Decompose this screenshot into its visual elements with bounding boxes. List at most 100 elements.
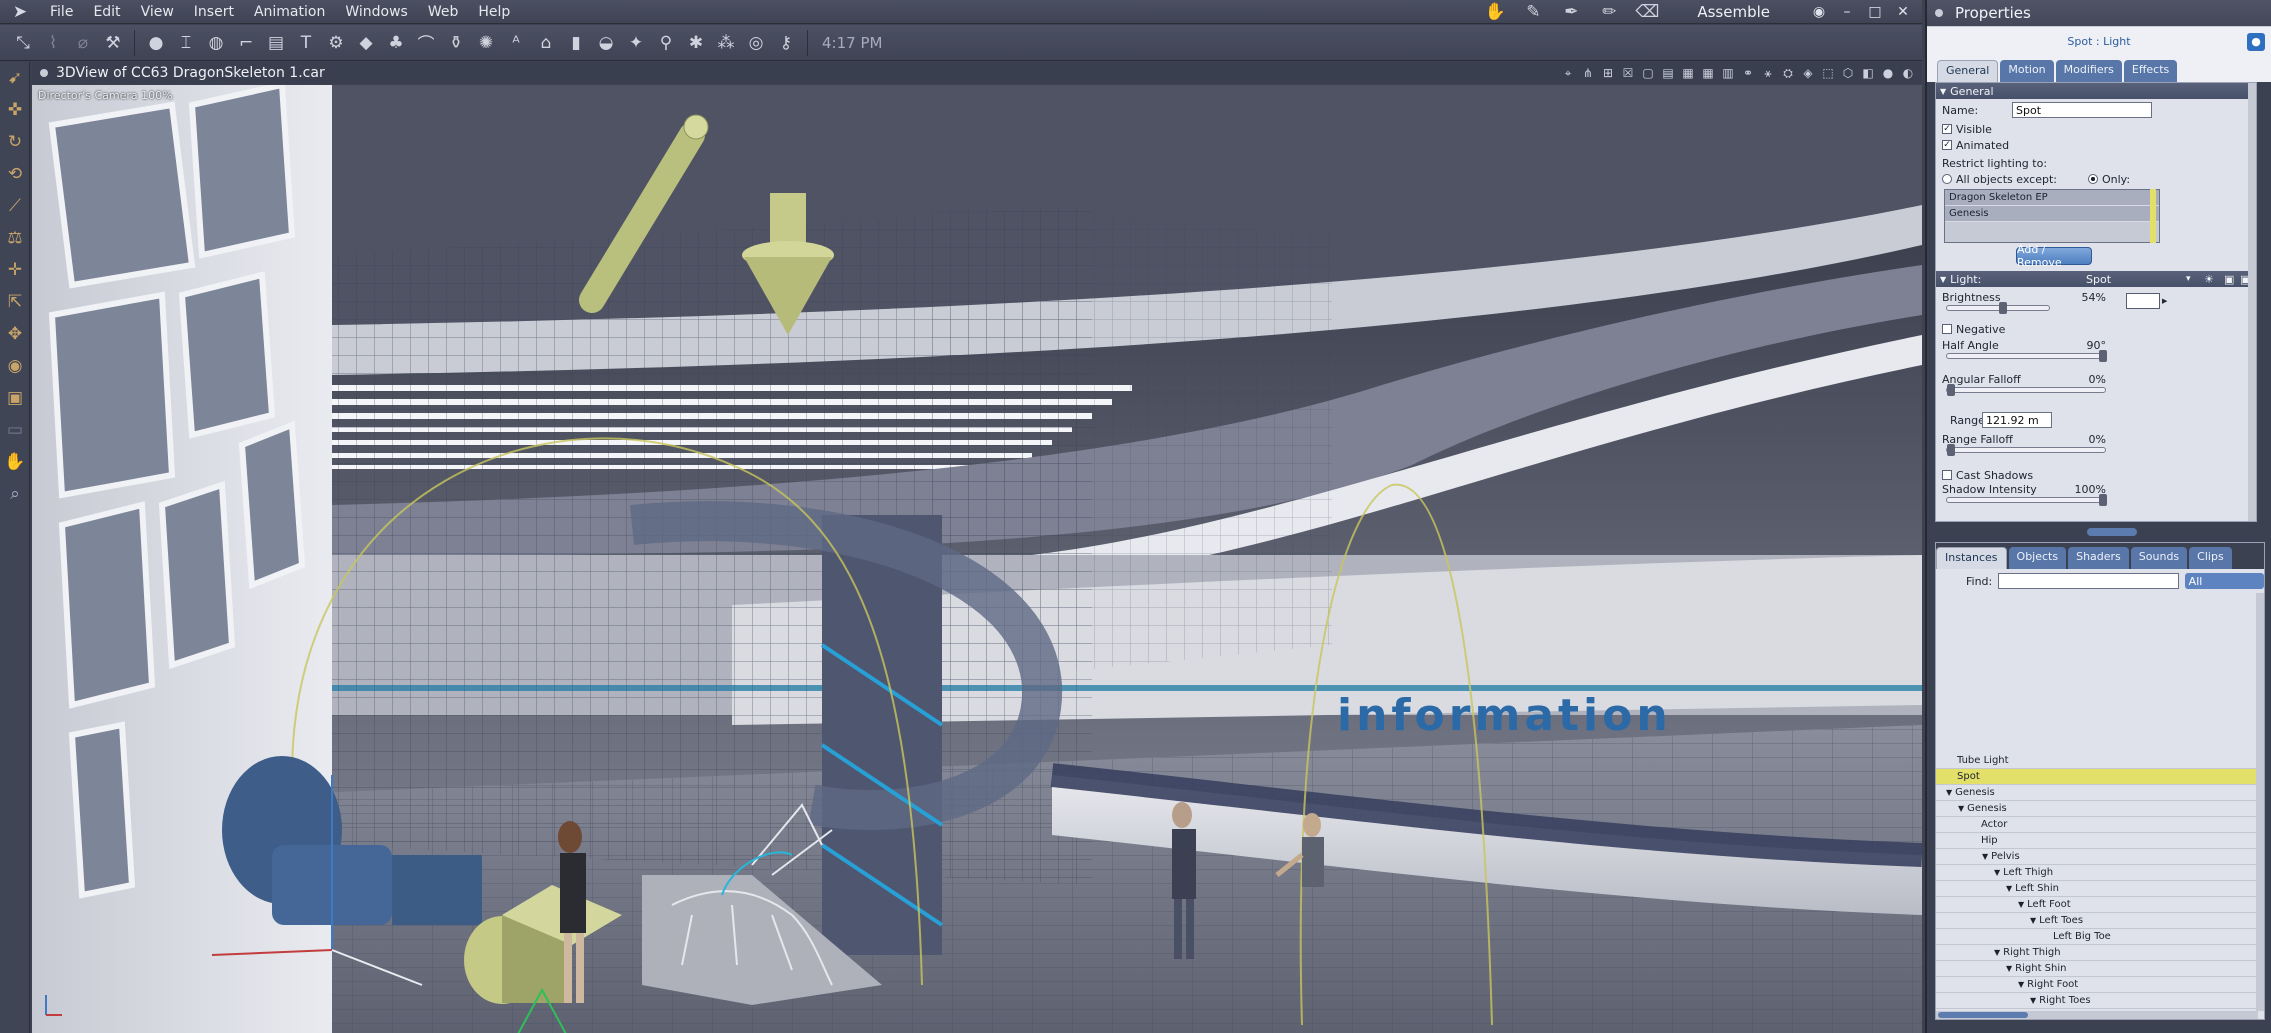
camera-option-icon[interactable]: ◈ — [1800, 64, 1816, 82]
shadow-intensity-knob[interactable] — [2099, 494, 2107, 506]
window-dot-icon[interactable] — [40, 69, 48, 77]
only-radio[interactable] — [2088, 174, 2098, 184]
view-option-icon[interactable]: ⋔ — [1580, 64, 1596, 82]
brightness-slider[interactable] — [1946, 302, 2050, 314]
rotate-tool-icon[interactable]: ↻ — [0, 126, 30, 158]
color-arrow-icon[interactable]: ▶ — [2162, 297, 2167, 305]
cast-shadows-checkbox[interactable] — [1942, 470, 1952, 480]
tree-item[interactable]: ▼ Left Foot — [1936, 897, 2258, 913]
trackball-tool-icon[interactable]: ◉ — [0, 350, 30, 382]
render-option-icon[interactable]: ⚭ — [1740, 64, 1756, 82]
layout-single-icon[interactable]: ▢ — [1640, 64, 1656, 82]
expand-triangle-icon[interactable]: ▼ — [2006, 964, 2012, 973]
expand-triangle-icon[interactable]: ▼ — [1994, 948, 2000, 957]
globe-icon[interactable]: ◍ — [201, 28, 231, 58]
brush-tool-icon[interactable]: ✎ — [1519, 2, 1547, 22]
list-item[interactable]: Genesis — [1945, 206, 2159, 222]
box-tool-icon[interactable]: ▣ — [0, 382, 30, 414]
hscroll-thumb[interactable] — [1938, 1012, 2028, 1018]
close-icon[interactable]: ✕ — [1894, 3, 1912, 21]
menu-file[interactable]: File — [40, 4, 83, 20]
zoom-icon[interactable]: ⌕ — [0, 478, 30, 510]
pot-icon[interactable]: ◒ — [591, 28, 621, 58]
sphere-grey-icon[interactable]: ◐ — [1900, 64, 1916, 82]
tree-item[interactable]: ▼ Right Foot — [1936, 977, 2258, 993]
candle-icon[interactable]: ▮ — [561, 28, 591, 58]
menu-view[interactable]: View — [131, 4, 184, 20]
find-input[interactable] — [1998, 573, 2179, 589]
measure-tool-icon[interactable]: ⚖ — [0, 222, 30, 254]
orbit-tool-icon[interactable]: ✥ — [0, 318, 30, 350]
restrict-list[interactable]: Dragon Skeleton EP Genesis — [1944, 189, 2160, 243]
expand-triangle-icon[interactable]: ▼ — [1982, 852, 1988, 861]
half-angle-slider[interactable] — [1946, 350, 2107, 362]
tab-sounds[interactable]: Sounds — [2130, 547, 2188, 569]
molecule-icon[interactable]: ⁂ — [711, 28, 741, 58]
view-option-icon[interactable]: ⌖ — [1560, 64, 1576, 82]
expand-triangle-icon[interactable]: ▼ — [2030, 916, 2036, 925]
terrain-icon[interactable]: ◆ — [351, 28, 381, 58]
negative-checkbox[interactable] — [1942, 324, 1952, 334]
lasso-tool-icon[interactable]: ⌇ — [38, 28, 68, 58]
layout-quad-icon[interactable]: ▦ — [1680, 64, 1696, 82]
tab-objects[interactable]: Objects — [2008, 547, 2067, 569]
cube-shaded-icon[interactable]: ◧ — [1860, 64, 1876, 82]
expand-triangle-icon[interactable]: ▼ — [1958, 804, 1964, 813]
extrude-icon[interactable]: ▤ — [261, 28, 291, 58]
range-falloff-slider[interactable] — [1946, 444, 2106, 456]
cube-icon[interactable]: ⬡ — [1840, 64, 1856, 82]
chevron-down-icon[interactable]: ▾ — [2186, 274, 2191, 284]
light-color-swatch[interactable] — [2126, 293, 2160, 309]
gear-icon[interactable]: ⚙ — [321, 28, 351, 58]
light-section-header[interactable]: ▼ Light: Spot ▾ ☀ ▣ ▣ — [1936, 271, 2256, 287]
range-falloff-knob[interactable] — [1947, 444, 1955, 456]
tab-modifiers[interactable]: Modifiers — [2055, 60, 2122, 82]
view-option-icon[interactable]: ⊞ — [1600, 64, 1616, 82]
pin-icon[interactable]: ⚷ — [771, 28, 801, 58]
move-tool-icon[interactable]: ✜ — [0, 94, 30, 126]
expand-triangle-icon[interactable]: ▼ — [2018, 900, 2024, 909]
tab-clips[interactable]: Clips — [2189, 547, 2232, 569]
tree-item[interactable]: ▼ Right Shin — [1936, 961, 2258, 977]
bug-icon[interactable]: ✱ — [681, 28, 711, 58]
room-name[interactable]: Assemble — [1697, 3, 1770, 21]
list-item[interactable]: Dragon Skeleton EP — [1945, 190, 2159, 206]
camera-label[interactable]: Director's Camera 100% — [38, 89, 173, 102]
tree-item[interactable]: ▼ Right Toes — [1936, 993, 2258, 1009]
all-except-radio[interactable] — [1942, 174, 1952, 184]
menu-windows[interactable]: Windows — [335, 4, 418, 20]
particle-icon[interactable]: ✺ — [471, 28, 501, 58]
wand-tool-icon[interactable]: ⟋ — [0, 190, 30, 222]
visible-checkbox[interactable]: ✓ — [1942, 124, 1952, 134]
add-remove-button[interactable]: Add / Remove — [2016, 243, 2092, 269]
light-type-label[interactable]: Spot — [2086, 273, 2111, 286]
layout-grid-icon[interactable]: ▦ — [1700, 64, 1716, 82]
stairs-icon[interactable]: ⌐ — [231, 28, 261, 58]
cloth-icon[interactable]: ⌒ — [411, 28, 441, 58]
view-option-icon[interactable]: ☒ — [1620, 64, 1636, 82]
render-option-icon[interactable]: ⛭ — [1780, 64, 1796, 82]
filter-select[interactable]: All — [2184, 573, 2264, 589]
light-option-icon[interactable]: ▣ — [2224, 273, 2234, 286]
layout-wide-icon[interactable]: ▥ — [1720, 64, 1736, 82]
cylinder-icon[interactable]: ⌶ — [171, 28, 201, 58]
pen-tool-icon[interactable]: ✒ — [1557, 2, 1585, 22]
menu-edit[interactable]: Edit — [83, 4, 130, 20]
expand-triangle-icon[interactable]: ▼ — [1946, 788, 1952, 797]
paint-tool-icon[interactable]: ⌀ — [68, 28, 98, 58]
text-3d-icon[interactable]: ᴬ — [501, 28, 531, 58]
eraser-tool-icon[interactable]: ⌫ — [1633, 2, 1661, 22]
3d-viewport[interactable]: information Director's Camera 100% — [32, 85, 1922, 1033]
app-logo-icon[interactable]: ➤ — [0, 0, 40, 24]
brightness-knob[interactable] — [1999, 302, 2007, 314]
arrow-tool-icon[interactable]: ➹ — [0, 62, 30, 94]
pin-icon[interactable]: ● — [2247, 33, 2265, 51]
name-field[interactable]: Spot — [2012, 102, 2152, 118]
expand-triangle-icon[interactable]: ▼ — [2018, 980, 2024, 989]
hand-tool-icon[interactable]: ✋ — [1481, 2, 1509, 22]
text-icon[interactable]: T — [291, 28, 321, 58]
range-field[interactable]: 121.92 m — [1982, 412, 2052, 428]
menu-insert[interactable]: Insert — [184, 4, 244, 20]
expand-triangle-icon[interactable]: ▼ — [2006, 884, 2012, 893]
tree-item[interactable]: Left Big Toe — [1936, 929, 2258, 945]
